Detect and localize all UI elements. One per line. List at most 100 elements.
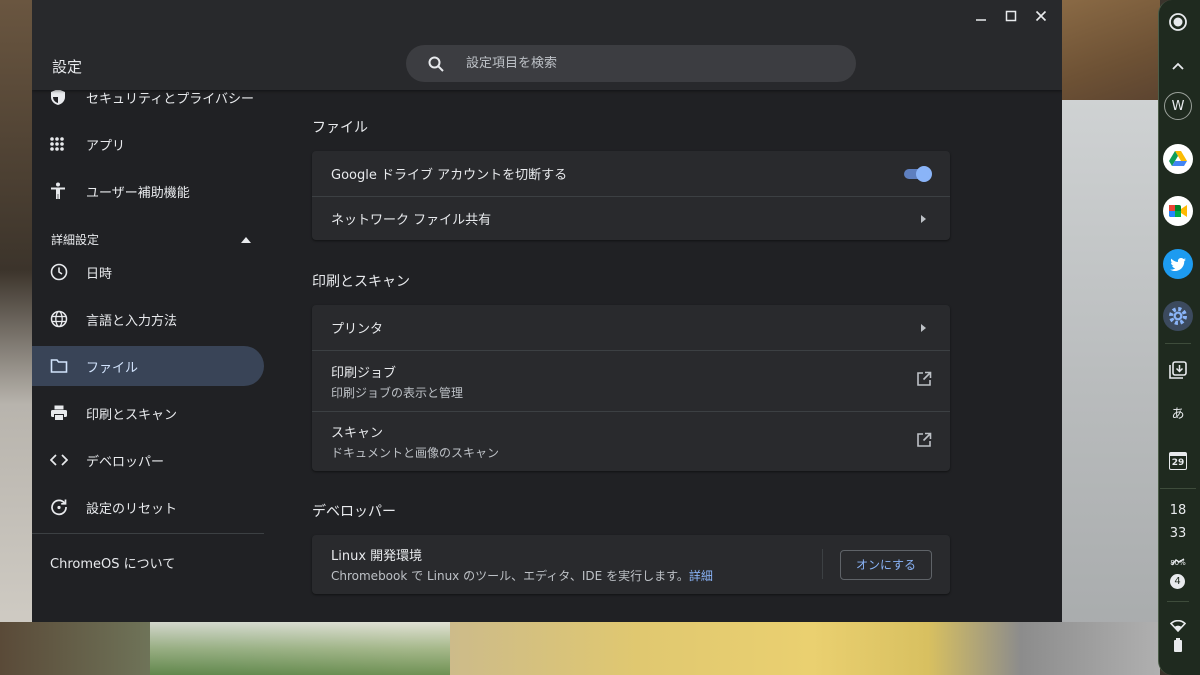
sidebar-item-label: 印刷とスキャン — [86, 407, 178, 423]
sidebar-item-label: ファイル — [86, 360, 139, 376]
tray-divider — [1167, 601, 1189, 602]
ime-menu-button[interactable]: あ — [1162, 396, 1194, 428]
developer-card: Linux 開発環境 Chromebook で Linux のツール、エディタ、… — [312, 535, 950, 594]
clock-hour: 18 — [1169, 503, 1187, 518]
notification-count-badge[interactable]: 4 — [1170, 574, 1185, 589]
scan-row[interactable]: スキャン ドキュメントと画像のスキャン — [312, 411, 950, 471]
open-external-icon[interactable] — [916, 432, 932, 452]
sidebar-item-datetime[interactable]: 日時 — [32, 252, 264, 292]
settings-content: ファイル Google ドライブ アカウントを切断する ネットワーク ファイル共… — [312, 90, 950, 622]
toggle-knob — [916, 165, 932, 182]
settings-gear-icon — [1163, 301, 1193, 331]
clock-icon — [32, 263, 86, 281]
sidebar-item-reset[interactable]: 設定のリセット — [32, 487, 264, 527]
settings-header: 設定 — [32, 0, 1062, 90]
sidebar-item-about[interactable]: ChromeOS について — [50, 553, 175, 572]
sidebar-item-files[interactable]: ファイル — [32, 346, 264, 386]
print-jobs-row[interactable]: 印刷ジョブ 印刷ジョブの表示と管理 — [312, 350, 950, 411]
network-share-row[interactable]: ネットワーク ファイル共有 — [312, 196, 950, 240]
code-icon — [32, 454, 86, 466]
row-sublabel: 印刷ジョブの表示と管理 — [331, 385, 464, 400]
battery-percent: 80% — [1170, 559, 1186, 567]
row-label: Linux 開発環境 — [331, 549, 423, 564]
holding-space-icon — [1169, 361, 1187, 379]
minimize-icon — [976, 19, 986, 21]
wallpaper-region — [0, 0, 32, 675]
section-title-printing: 印刷とスキャン — [312, 274, 410, 290]
close-button[interactable] — [1026, 4, 1056, 28]
wallpaper-region — [150, 622, 450, 675]
drive-disconnect-row[interactable]: Google ドライブ アカウントを切断する — [312, 151, 950, 196]
sidebar-item-label: アプリ — [86, 138, 126, 154]
calendar-icon: 29 — [1169, 452, 1187, 470]
window-controls — [966, 4, 1056, 28]
calendar-button[interactable]: 29 — [1162, 445, 1194, 477]
avatar-letter: W — [1171, 98, 1185, 114]
launcher-icon — [1169, 13, 1187, 31]
sidebar-divider — [32, 533, 264, 534]
shelf-app-twitter[interactable] — [1162, 248, 1194, 280]
section-title-developer: デベロッパー — [312, 504, 396, 520]
sidebar: セキュリティとプライバシー アプリ ユーザー補助機能 詳細設定 日時 言語と入力… — [32, 88, 282, 622]
shelf-app-profile[interactable]: W — [1162, 90, 1194, 122]
maximize-button[interactable] — [996, 4, 1026, 28]
reset-icon — [32, 498, 86, 516]
search-icon — [406, 56, 466, 72]
learn-more-link[interactable]: 詳細 — [689, 569, 713, 583]
wallpaper-region — [1060, 100, 1160, 675]
row-label: ネットワーク ファイル共有 — [331, 213, 492, 228]
linux-description: Chromebook で Linux のツール、エディタ、IDE を実行します。 — [331, 569, 689, 583]
row-label: 印刷ジョブ — [331, 365, 397, 381]
sidebar-item-label: 言語と入力方法 — [86, 313, 178, 329]
row-sublabel: Chromebook で Linux のツール、エディタ、IDE を実行します。… — [331, 567, 713, 584]
section-title-files: ファイル — [312, 120, 368, 136]
battery-icon — [1173, 637, 1183, 656]
sidebar-item-label: ユーザー補助機能 — [86, 185, 190, 201]
minimize-button[interactable] — [966, 4, 996, 28]
shelf-app-settings[interactable] — [1162, 300, 1194, 332]
row-label: スキャン — [331, 426, 384, 441]
sidebar-item-apps[interactable]: アプリ — [32, 124, 264, 164]
row-sublabel: ドキュメントと画像のスキャン — [331, 446, 500, 460]
settings-window: 設定 セキュリティとプライバシー アプリ ユーザー補助機能 — [32, 0, 1062, 622]
row-separator — [822, 549, 823, 579]
turn-on-button[interactable]: オンにする — [840, 549, 932, 580]
ime-label: あ — [1171, 406, 1185, 422]
printers-row[interactable]: プリンタ — [312, 305, 950, 350]
avatar: W — [1164, 92, 1192, 120]
sidebar-item-languages[interactable]: 言語と入力方法 — [32, 299, 264, 339]
chevron-up-icon — [1172, 62, 1184, 70]
sidebar-item-label: セキュリティとプライバシー — [86, 91, 254, 107]
sidebar-item-label: デベロッパー — [86, 454, 165, 470]
files-card: Google ドライブ アカウントを切断する ネットワーク ファイル共有 — [312, 151, 950, 240]
search-bar[interactable] — [406, 45, 856, 82]
wallpaper-region — [1060, 0, 1160, 100]
shield-icon — [32, 88, 86, 106]
launcher-button[interactable] — [1162, 6, 1194, 38]
sidebar-item-label: 日時 — [86, 266, 113, 282]
chevron-up-icon — [241, 232, 251, 246]
close-icon — [1035, 10, 1047, 22]
linux-env-row: Linux 開発環境 Chromebook で Linux のツール、エディタ、… — [312, 535, 950, 594]
shelf-collapse-button[interactable] — [1162, 50, 1194, 82]
sidebar-item-accessibility[interactable]: ユーザー補助機能 — [32, 171, 264, 211]
arrow-right-icon — [916, 323, 932, 332]
shelf-divider — [1165, 343, 1191, 344]
maximize-icon — [1005, 10, 1017, 22]
calendar-day: 29 — [1171, 457, 1185, 468]
search-input[interactable] — [466, 56, 826, 71]
google-drive-icon — [1163, 144, 1193, 174]
sidebar-item-printing[interactable]: 印刷とスキャン — [32, 393, 264, 433]
sidebar-advanced-toggle[interactable]: 詳細設定 — [51, 227, 251, 251]
shelf-app-meet[interactable] — [1162, 195, 1194, 227]
row-text: スキャン ドキュメントと画像のスキャン — [331, 422, 499, 461]
open-external-icon[interactable] — [916, 371, 932, 391]
globe-icon — [32, 310, 86, 328]
sidebar-section-label: 詳細設定 — [51, 232, 100, 247]
row-text: 印刷ジョブ 印刷ジョブの表示と管理 — [331, 362, 463, 401]
shelf-holding-space[interactable] — [1162, 354, 1194, 386]
sidebar-item-label: 設定のリセット — [86, 501, 178, 517]
drive-disconnect-toggle[interactable] — [902, 165, 932, 182]
shelf-app-drive[interactable] — [1162, 143, 1194, 175]
sidebar-item-developer[interactable]: デベロッパー — [32, 440, 264, 480]
